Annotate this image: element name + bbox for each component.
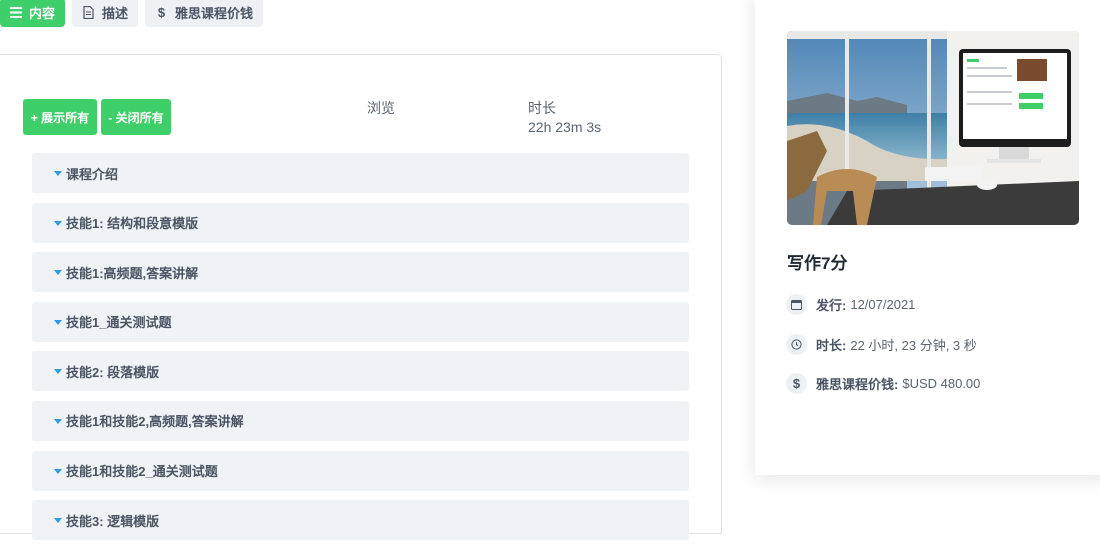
caret-down-icon — [54, 468, 62, 474]
section-item[interactable]: 技能1_通关测试题 — [32, 301, 689, 342]
course-thumbnail[interactable] — [787, 31, 1079, 225]
section-title: 技能3: 逻辑模版 — [66, 513, 160, 529]
duration-row: 时长: 22 小时, 23 分钟, 3 秒 — [786, 334, 977, 355]
tab-bar: 内容 描述 $ 雅思课程价钱 — [0, 0, 264, 27]
dollar-icon: $ — [786, 373, 807, 394]
section-title: 技能1:高频题,答案讲解 — [66, 265, 199, 281]
views-column-header: 浏览 — [367, 100, 395, 116]
duration-label: 时长: — [816, 338, 847, 353]
tab-description[interactable]: 描述 — [72, 0, 139, 27]
tab-label: 雅思课程价钱 — [175, 6, 254, 21]
section-item[interactable]: 技能3: 逻辑模版 — [32, 500, 689, 541]
section-item[interactable]: 技能1和技能2,高频题,答案讲解 — [32, 400, 689, 441]
caret-down-icon — [54, 418, 62, 424]
section-title: 技能1: 结构和段意模版 — [66, 216, 199, 232]
course-title: 写作7分 — [787, 254, 848, 273]
section-item[interactable]: 课程介绍 — [32, 153, 689, 193]
calendar-icon — [786, 294, 807, 315]
section-item[interactable]: 技能2: 段落模版 — [32, 351, 689, 392]
caret-down-icon — [54, 369, 62, 375]
price-row: $ 雅思课程价钱: $USD 480.00 — [786, 373, 980, 394]
price-value: $USD 480.00 — [902, 376, 981, 391]
list-icon — [9, 6, 22, 19]
total-duration: 22h 23m 3s — [528, 119, 602, 135]
section-title: 技能1_通关测试题 — [66, 315, 172, 331]
caret-down-icon — [54, 319, 62, 325]
price-label: 雅思课程价钱: — [816, 377, 899, 392]
course-info-card: 写作7分 发行: 12/07/2021 时长: 22 小时, 23 分钟, 3 … — [755, 0, 1100, 475]
caret-down-icon — [54, 270, 62, 276]
expand-all-button[interactable]: + 展示所有 — [23, 99, 97, 135]
section-title: 技能2: 段落模版 — [66, 364, 160, 380]
section-title: 课程介绍 — [66, 166, 119, 182]
section-item[interactable]: 技能1: 结构和段意模版 — [32, 202, 689, 243]
tab-label: 内容 — [29, 6, 56, 21]
section-title: 技能1和技能2_通关测试题 — [66, 464, 218, 480]
curriculum-panel: + 展示所有 - 关闭所有 浏览 时长 22h 23m 3s 课程介绍 技能1:… — [0, 54, 722, 541]
release-date-row: 发行: 12/07/2021 — [786, 294, 915, 315]
tab-label: 描述 — [102, 6, 129, 21]
collapse-all-button[interactable]: - 关闭所有 — [101, 99, 171, 135]
tab-price[interactable]: $ 雅思课程价钱 — [145, 0, 264, 27]
section-list: 课程介绍 技能1: 结构和段意模版 技能1:高频题,答案讲解 技能1_通关测试题… — [32, 153, 689, 550]
release-label: 发行: — [816, 298, 847, 313]
caret-down-icon — [54, 220, 62, 226]
section-item[interactable]: 技能1和技能2_通关测试题 — [32, 450, 689, 491]
section-title: 技能1和技能2,高频题,答案讲解 — [66, 414, 244, 430]
caret-down-icon — [54, 171, 62, 176]
clock-icon — [786, 334, 807, 355]
duration-column-header: 时长 — [528, 100, 556, 116]
release-value: 12/07/2021 — [850, 297, 916, 312]
dollar-icon: $ — [157, 5, 166, 20]
tab-content[interactable]: 内容 — [0, 0, 66, 27]
section-item[interactable]: 技能1:高频题,答案讲解 — [32, 252, 689, 293]
document-icon — [82, 6, 95, 19]
duration-value: 22 小时, 23 分钟, 3 秒 — [850, 338, 977, 353]
